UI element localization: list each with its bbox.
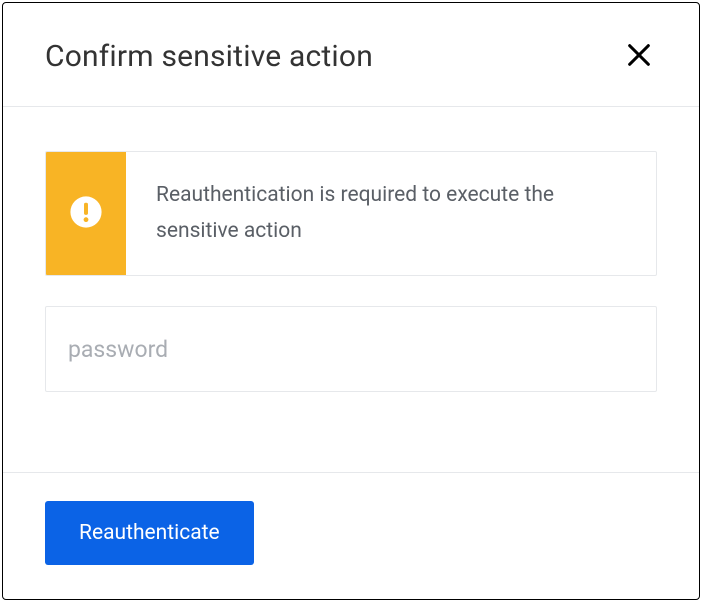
password-input[interactable]: [45, 306, 657, 392]
dialog-header: Confirm sensitive action: [3, 3, 699, 107]
dialog-body: Reauthentication is required to execute …: [3, 107, 699, 472]
exclamation-circle-icon: [69, 195, 103, 233]
confirm-sensitive-action-dialog: Confirm sensitive action: [2, 2, 700, 600]
close-icon: [625, 41, 653, 72]
dialog-title: Confirm sensitive action: [45, 39, 373, 74]
alert-message: Reauthentication is required to execute …: [126, 152, 656, 275]
reauthenticate-button[interactable]: Reauthenticate: [45, 501, 254, 565]
close-button[interactable]: [621, 37, 657, 76]
reauth-warning-alert: Reauthentication is required to execute …: [45, 151, 657, 276]
dialog-footer: Reauthenticate: [3, 472, 699, 599]
alert-accent: [46, 152, 126, 275]
